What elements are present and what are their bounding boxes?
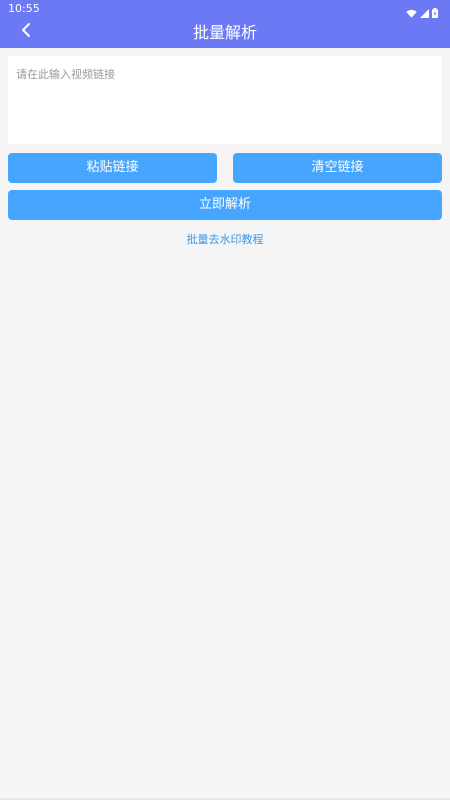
status-bar: 10:55 <box>0 0 450 18</box>
paste-link-button[interactable]: 粘贴链接 <box>8 153 217 183</box>
video-link-input[interactable] <box>8 56 442 144</box>
watermark-tutorial-link[interactable]: 批量去水印教程 <box>0 233 450 247</box>
title-bar: 批量解析 <box>0 17 450 48</box>
page-title: 批量解析 <box>192 23 257 42</box>
app-header: 10:55 批量解析 <box>0 0 450 48</box>
clear-link-button[interactable]: 清空链接 <box>233 153 442 183</box>
status-time: 10:55 <box>8 2 40 15</box>
parse-now-button[interactable]: 立即解析 <box>8 190 442 220</box>
